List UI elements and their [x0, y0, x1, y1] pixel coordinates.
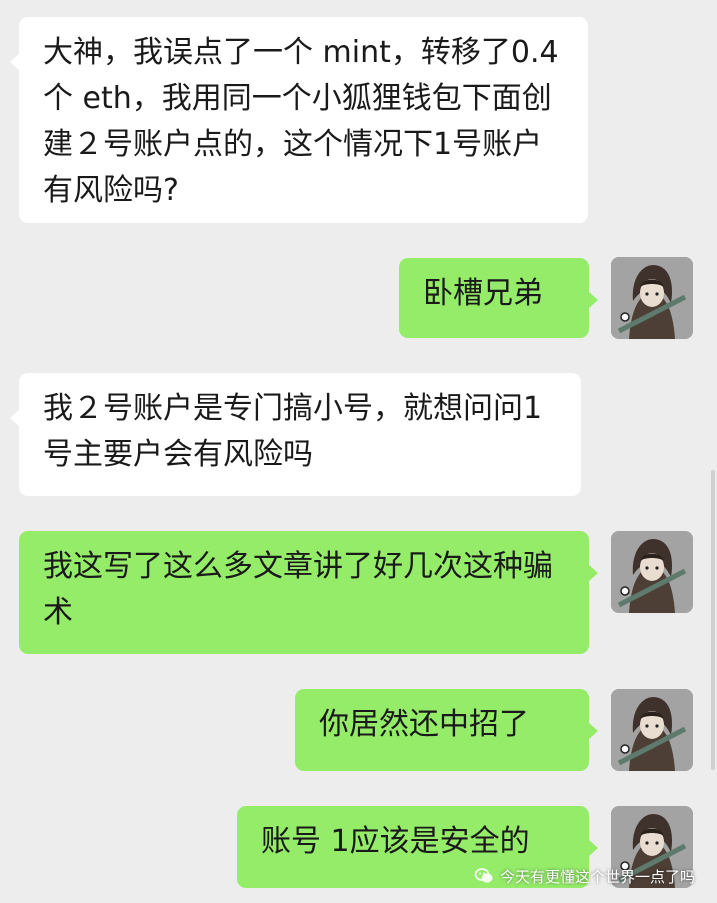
user-avatar[interactable] [611, 689, 693, 771]
message-bubble-outgoing[interactable]: 卧槽兄弟 [399, 258, 598, 338]
user-avatar[interactable] [611, 257, 693, 339]
user-avatar[interactable] [611, 531, 693, 613]
wechat-official-account-icon [474, 868, 493, 883]
scrollbar[interactable] [711, 470, 715, 770]
message-text: 卧槽兄弟 [423, 276, 543, 311]
hooded-character-icon [611, 531, 693, 613]
message-bubble-incoming[interactable]: 我２号账户是专门搞小号，就想问问1号主要户会有风险吗 [10, 373, 581, 496]
message-text: 我２号账户是专门搞小号，就想问问1号主要户会有风险吗 [43, 391, 543, 472]
message-text: 账号 1应该是安全的 [261, 824, 530, 859]
message-bubble-outgoing[interactable]: 我这写了这么多文章讲了好几次这种骗术 [19, 531, 598, 654]
message-bubble-incoming[interactable]: 大神，我误点了一个 mint，转移了0.4个 eth，我用同一个小狐狸钱包下面创… [10, 17, 588, 223]
chat-conversation: 大神，我误点了一个 mint，转移了0.4个 eth，我用同一个小狐狸钱包下面创… [0, 0, 717, 903]
message-text: 大神，我误点了一个 mint，转移了0.4个 eth，我用同一个小狐狸钱包下面创… [43, 35, 559, 208]
watermark-text: 今天有更懂这个世界一点了吗 [499, 867, 695, 886]
hooded-character-icon [611, 689, 693, 771]
watermark: 今天有更懂这个世界一点了吗 [474, 863, 695, 889]
message-bubble-outgoing[interactable]: 你居然还中招了 [295, 689, 598, 771]
hooded-character-icon [611, 257, 693, 339]
message-text: 你居然还中招了 [319, 707, 529, 742]
message-text: 我这写了这么多文章讲了好几次这种骗术 [43, 549, 553, 630]
